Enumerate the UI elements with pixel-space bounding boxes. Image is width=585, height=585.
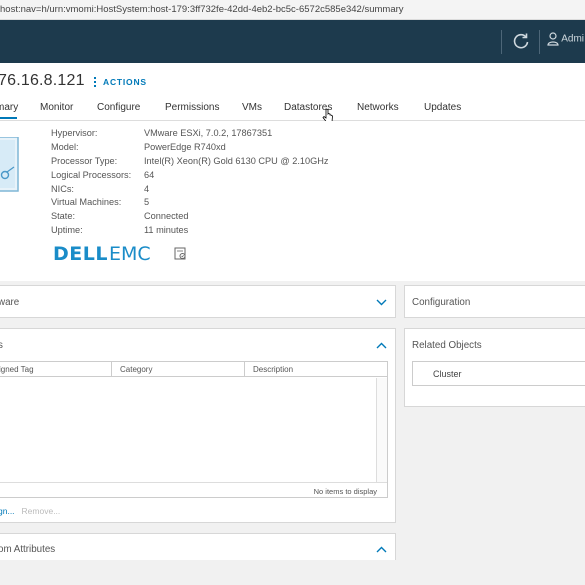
divider (539, 30, 540, 54)
tab-updates[interactable]: Updates (424, 102, 461, 113)
column-header-category[interactable]: Category (120, 365, 152, 374)
related-objects-title: Related Objects (412, 340, 482, 351)
custom-attributes-title: om Attributes (0, 544, 56, 555)
tab-configure[interactable]: Configure (97, 102, 140, 113)
property-key: Processor Type: (51, 155, 118, 166)
user-name: Admi (561, 33, 585, 45)
tag-actions: gn... Remove... (0, 506, 60, 516)
chevron-up-icon[interactable] (376, 342, 387, 349)
tags-table: igned Tag Category Description No items … (0, 361, 388, 498)
related-object-cluster[interactable]: Cluster (412, 361, 585, 386)
tab-monitor[interactable]: Monitor (40, 102, 73, 113)
refresh-icon[interactable] (511, 31, 531, 51)
actions-label: ACTIONS (103, 77, 147, 87)
tab-bar: mary Monitor Configure Permissions VMs D… (0, 100, 585, 120)
configuration-card[interactable]: Configuration (404, 285, 585, 318)
property-key: Model: (51, 141, 79, 152)
actions-menu-button[interactable]: ACTIONS (94, 77, 147, 89)
table-header: igned Tag Category Description (0, 362, 387, 377)
page-bottom (0, 560, 585, 585)
chevron-down-icon[interactable] (376, 299, 387, 306)
property-value: 64 (144, 169, 155, 180)
property-key: State: (51, 211, 76, 222)
property-key: NICs: (51, 183, 74, 194)
tags-card-title: s (0, 340, 3, 351)
column-header-assigned-tag[interactable]: igned Tag (0, 365, 34, 374)
tab-networks[interactable]: Networks (357, 102, 399, 113)
logo-emc-text: EMC (108, 243, 151, 265)
property-key: Hypervisor: (51, 128, 98, 138)
table-footer: No items to display (0, 482, 387, 499)
configuration-card-title: Configuration (412, 297, 471, 308)
tab-permissions[interactable]: Permissions (165, 102, 219, 113)
hardware-certified-icon[interactable] (174, 247, 188, 261)
user-menu[interactable]: Admi (547, 32, 585, 52)
divider (501, 30, 502, 54)
tab-vms[interactable]: VMs (242, 102, 262, 113)
hardware-card[interactable]: ware (0, 285, 396, 318)
url-text: host:nav=h/urn:vmomi:HostSystem:host-179… (0, 4, 404, 15)
assign-tag-link[interactable]: gn... (0, 506, 15, 516)
property-value: 5 (144, 197, 150, 208)
property-value: 11 minutes (144, 225, 189, 236)
property-key: Virtual Machines: (51, 197, 122, 208)
user-icon (547, 32, 559, 46)
url-bar[interactable]: host:nav=h/urn:vmomi:HostSystem:host-179… (0, 0, 585, 20)
dell-emc-logo: DELLEMC (53, 243, 151, 267)
property-key: Uptime: (51, 225, 83, 236)
remove-tag-link[interactable]: Remove... (22, 506, 61, 516)
column-header-description[interactable]: Description (253, 365, 293, 374)
empty-table-message: No items to display (313, 487, 377, 496)
active-tab-indicator (0, 117, 17, 119)
tab-summary[interactable]: mary (0, 102, 18, 113)
property-value: 4 (144, 183, 150, 194)
property-value: VMware ESXi, 7.0.2, 17867351 (144, 128, 273, 138)
property-key: Logical Processors: (51, 169, 132, 180)
column-divider (111, 362, 112, 377)
vertical-dots-icon (94, 77, 97, 89)
chevron-up-icon[interactable] (376, 546, 387, 553)
top-navigation-bar: Admi (0, 20, 585, 63)
property-value: PowerEdge R740xd (144, 141, 226, 152)
property-value: Intel(R) Xeon(R) Gold 6130 CPU @ 2.10GHz (144, 155, 329, 166)
hardware-card-title: ware (0, 297, 20, 308)
logo-dell-text: DELL (53, 243, 108, 265)
column-divider (244, 362, 245, 377)
cluster-label: Cluster (433, 369, 462, 379)
page-title: 76.16.8.121 (0, 72, 85, 89)
host-server-icon (0, 136, 22, 197)
table-scrollbar[interactable] (376, 378, 387, 482)
property-value: Connected (144, 211, 189, 222)
